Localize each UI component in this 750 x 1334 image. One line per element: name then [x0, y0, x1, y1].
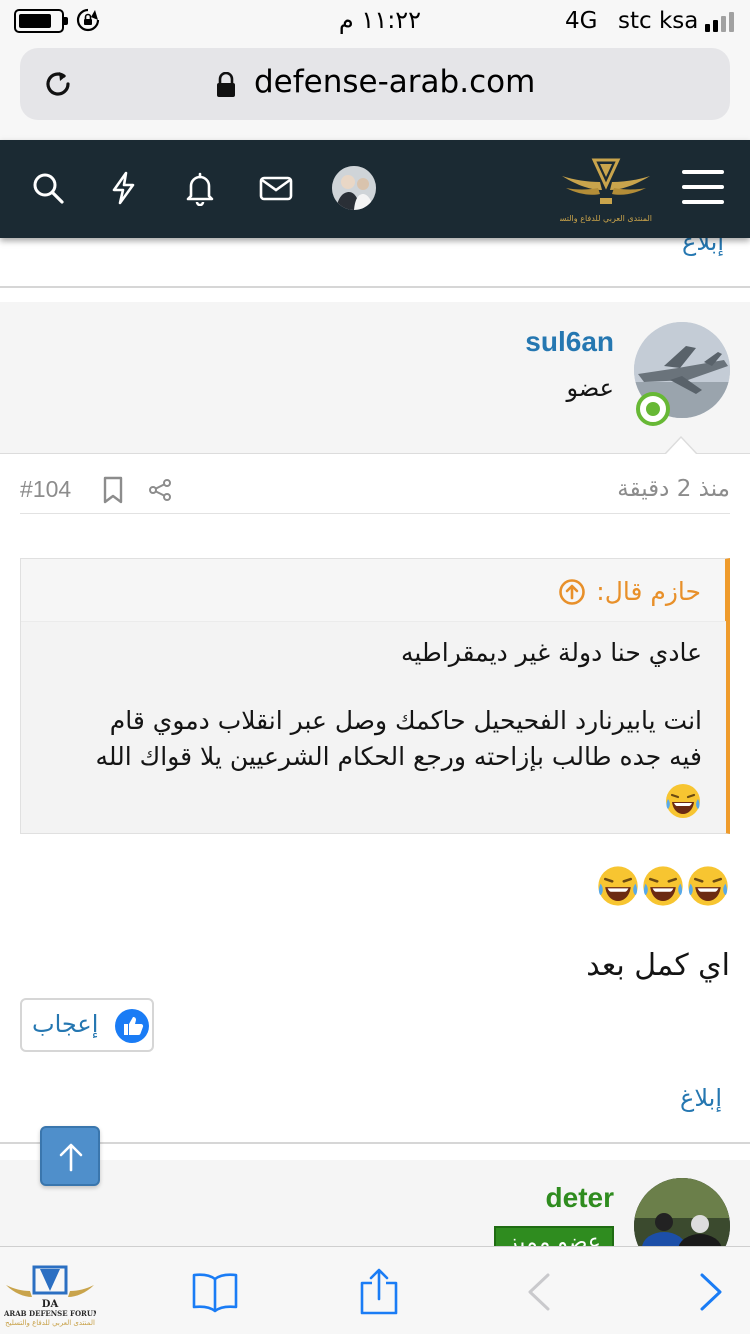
next-post-user-block: deter عضو مميز	[0, 1160, 750, 1274]
like-button[interactable]: إعجاب	[20, 998, 154, 1052]
post-number[interactable]: #104	[20, 476, 71, 503]
status-carrier: stc ksa	[618, 8, 699, 34]
laughing-emoji-icon	[688, 866, 728, 906]
bookmark-icon[interactable]	[102, 476, 124, 504]
status-time: ١١:٢٢ م	[338, 6, 422, 34]
thumbs-up-icon	[115, 1009, 149, 1043]
post-separator-bottom	[0, 1142, 750, 1160]
rotation-lock-icon	[76, 8, 100, 32]
user-block-caret-inner	[666, 438, 696, 454]
status-bar: ١١:٢٢ م 4G stc ksa	[0, 0, 750, 42]
bell-icon[interactable]	[182, 170, 218, 206]
url-bar[interactable]: defense-arab.com	[20, 48, 730, 120]
laughing-emoji-icon	[598, 866, 638, 906]
arrow-up-icon	[59, 1143, 83, 1172]
forward-icon[interactable]	[686, 1267, 736, 1317]
browser-toolbar: DA ARAB DEFENSE FORUM المنتدى العربي للد…	[0, 1246, 750, 1334]
quote-body: عادي حنا دولة غير ديمقراطيه انت يابيرنار…	[21, 621, 726, 833]
like-label: إعجاب	[32, 1010, 99, 1038]
status-network: 4G	[565, 8, 598, 34]
post-author[interactable]: sul6an	[525, 326, 614, 358]
post-meta: #104 منذ 2 دقيقة	[20, 470, 730, 514]
url-text[interactable]: defense-arab.com	[254, 64, 535, 100]
mail-icon[interactable]	[258, 170, 294, 206]
battery-icon	[14, 9, 68, 33]
report-link[interactable]: إبلاغ	[680, 1084, 722, 1112]
forum-logo-text: ARAB DEFENSE FORUM	[4, 1309, 96, 1318]
quote-author[interactable]: حازم قال:	[596, 577, 701, 606]
scroll-top-button[interactable]	[40, 1126, 100, 1186]
post-author-title: عضو	[566, 374, 614, 402]
post-emojis	[596, 862, 730, 906]
menu-icon[interactable]	[682, 170, 724, 206]
site-logo-text: المنتدى العربي للدفاع والتسليح	[560, 214, 652, 223]
quote-line-2: انت يابيرنارد الفحيحيل حاكمك وصل عبر انق…	[109, 706, 702, 735]
quote-line-3: فيه جده طالب بإزاحته ورجع الحكام الشرعيي…	[95, 742, 702, 771]
quote-block: حازم قال: عادي حنا دولة غير ديمقراطيه ان…	[20, 558, 730, 834]
lock-icon	[217, 72, 235, 97]
back-icon[interactable]	[516, 1267, 566, 1317]
share-icon[interactable]	[148, 478, 172, 502]
online-status-icon	[636, 392, 670, 426]
post-text: اي كمل بعد	[586, 948, 730, 983]
flash-icon[interactable]	[106, 170, 142, 206]
laughing-emoji-icon	[666, 784, 700, 818]
quote-line-1: عادي حنا دولة غير ديمقراطيه	[400, 638, 702, 667]
bookmarks-icon[interactable]	[190, 1267, 240, 1317]
search-icon[interactable]	[30, 170, 66, 206]
account-avatar[interactable]	[332, 166, 376, 210]
reload-icon[interactable]	[40, 66, 76, 102]
post-time[interactable]: منذ 2 دقيقة	[617, 476, 730, 502]
quote-jump-icon[interactable]	[558, 578, 586, 606]
next-post-author[interactable]: deter	[546, 1182, 614, 1214]
laughing-emoji-icon	[643, 866, 683, 906]
signal-icon	[705, 10, 741, 32]
browser-chrome: defense-arab.com	[0, 42, 750, 140]
quote-header[interactable]: حازم قال:	[558, 577, 701, 606]
forum-logo-subtext: المنتدى العربي للدفاع والتسليح	[5, 1319, 95, 1327]
share-sheet-icon[interactable]	[354, 1267, 404, 1317]
page: ١١:٢٢ م 4G stc ksa defense-arab.com المن…	[0, 0, 750, 1334]
site-header: المنتدى العربي للدفاع والتسليح	[0, 140, 750, 238]
post-user-block: sul6an عضو	[0, 302, 750, 454]
